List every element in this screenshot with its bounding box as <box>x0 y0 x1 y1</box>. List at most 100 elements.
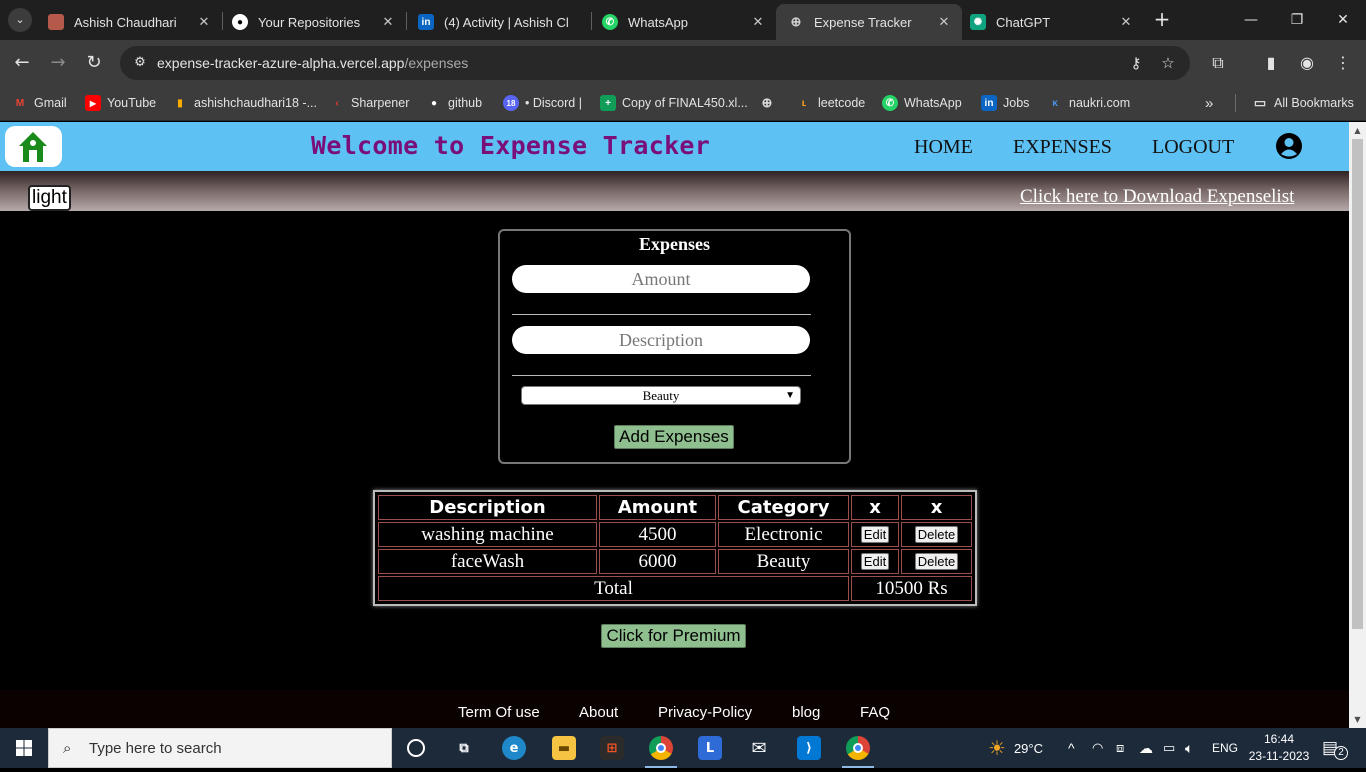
nav-home-link[interactable]: HOME <box>914 136 973 159</box>
chrome-profile-button[interactable] <box>834 728 882 768</box>
taskbar-search-box[interactable]: ⌕ Type here to search <box>48 728 392 768</box>
download-expenselist-link[interactable]: Click here to Download Expenselist <box>1020 186 1294 208</box>
store-button[interactable]: ⊞ <box>588 728 636 768</box>
add-expenses-button[interactable]: Add Expenses <box>614 425 734 449</box>
header-edit: x <box>851 495 899 520</box>
tab-title: Expense Tracker <box>814 14 912 30</box>
back-button[interactable]: ← <box>8 49 36 77</box>
footer-privacy-link[interactable]: Privacy-Policy <box>658 704 752 721</box>
category-select[interactable]: Beauty ▼ <box>521 386 801 405</box>
window-close-button[interactable]: ✕ <box>1320 0 1366 40</box>
delete-button[interactable]: Delete <box>914 526 959 543</box>
vscode-button[interactable]: ⟩ <box>785 728 833 768</box>
premium-button[interactable]: Click for Premium <box>601 624 746 648</box>
bookmark-youtube[interactable]: ▶ YouTube <box>85 92 156 114</box>
scroll-down-arrow-icon[interactable]: ▼ <box>1349 711 1366 728</box>
footer-faq-link[interactable]: FAQ <box>860 704 890 721</box>
task-view-button[interactable]: ⧉ <box>440 728 488 768</box>
site-info-icon[interactable]: ⚙ <box>130 53 150 73</box>
sheets-icon: + <box>600 95 616 111</box>
bookmark-gmail[interactable]: M Gmail <box>12 92 67 114</box>
bookmark-naukri[interactable]: ᴋ naukri.com <box>1047 92 1130 114</box>
footer-terms-link[interactable]: Term Of use <box>458 704 540 721</box>
cortana-button[interactable] <box>392 728 440 768</box>
close-icon[interactable]: ✕ <box>932 14 956 30</box>
bookmark-discord[interactable]: 18 • Discord | <box>503 92 582 114</box>
row-delete-cell: Delete <box>901 549 972 574</box>
menu-kebab-icon[interactable]: ⋮ <box>1330 50 1356 76</box>
battery-icon[interactable]: ▭ <box>1163 728 1175 768</box>
bookmark-sharpener[interactable]: ‹ Sharpener <box>329 92 409 114</box>
tab-linkedin-activity[interactable]: in (4) Activity | Ashish Cl <box>406 4 592 40</box>
notification-center-button[interactable]: ▤ 2 <box>1322 728 1349 768</box>
volume-icon[interactable]: 🔈︎ <box>1185 728 1193 768</box>
bookmark-sheets[interactable]: + Copy of FINAL450.xl... <box>600 92 748 114</box>
bookmark-globe[interactable]: ⊕ <box>759 92 781 114</box>
naukri-icon: ᴋ <box>1052 97 1058 109</box>
nav-logout-link[interactable]: LOGOUT <box>1152 136 1234 159</box>
user-profile-icon[interactable] <box>1275 132 1303 160</box>
close-icon[interactable]: ✕ <box>1114 14 1138 30</box>
bookmark-analytics[interactable]: ▮ ashishchaudhari18 -... <box>172 92 317 114</box>
bookmark-label: Sharpener <box>351 96 410 110</box>
network-icon[interactable]: ◠ <box>1092 728 1103 768</box>
meet-icon[interactable]: ⧈ <box>1116 728 1124 768</box>
language-indicator[interactable]: ENG <box>1212 728 1238 768</box>
reload-button[interactable]: ↻ <box>80 49 108 77</box>
scroll-up-arrow-icon[interactable]: ▲ <box>1349 122 1366 139</box>
close-icon[interactable]: ✕ <box>192 14 216 30</box>
bookmark-whatsapp[interactable]: ✆ WhatsApp <box>882 92 962 114</box>
linear-app-button[interactable]: L <box>686 728 734 768</box>
bookmark-jobs[interactable]: in Jobs <box>981 92 1029 114</box>
onedrive-icon[interactable]: ☁ <box>1139 728 1153 768</box>
start-button[interactable] <box>0 728 48 768</box>
tab-chatgpt[interactable]: ✺ ChatGPT ✕ <box>958 4 1144 40</box>
edit-button[interactable]: Edit <box>860 526 890 543</box>
scroll-thumb[interactable] <box>1352 139 1363 629</box>
url-text[interactable]: expense-tracker-azure-alpha.vercel.app/e… <box>157 55 468 71</box>
theme-toggle-button[interactable]: light <box>28 185 71 211</box>
tab-strip: ⌄ Ashish Chaudhari ✕ ● Your Repositories… <box>0 0 1366 40</box>
footer-about-link[interactable]: About <box>579 704 618 721</box>
page-scrollbar[interactable]: ▲ ▼ <box>1349 122 1366 728</box>
forward-button[interactable]: → <box>44 49 72 77</box>
weather-widget[interactable]: ☀ 29°C <box>988 728 1043 768</box>
footer-blog-link[interactable]: blog <box>792 704 820 721</box>
all-bookmarks-button[interactable]: ▭ All Bookmarks <box>1252 92 1354 114</box>
show-hidden-icons-button[interactable]: ^ <box>1068 728 1075 768</box>
windows-logo-icon <box>16 740 32 756</box>
tab-your-repositories[interactable]: ● Your Repositories ✕ <box>220 4 406 40</box>
close-icon[interactable]: ✕ <box>746 14 770 30</box>
bookmarks-overflow-button[interactable]: » <box>1205 92 1213 114</box>
description-input[interactable]: Description <box>512 326 810 354</box>
edit-button[interactable]: Edit <box>860 553 890 570</box>
tab-whatsapp[interactable]: ✆ WhatsApp ✕ <box>590 4 776 40</box>
tab-ashish-chaudhari[interactable]: Ashish Chaudhari ✕ <box>36 4 222 40</box>
file-explorer-button[interactable]: ▬ <box>540 728 588 768</box>
bookmark-star-icon[interactable]: ☆ <box>1158 53 1178 73</box>
restore-button[interactable]: ❐ <box>1274 0 1320 40</box>
header-amount: Amount <box>599 495 716 520</box>
site-logo[interactable] <box>5 126 62 167</box>
chrome-button[interactable] <box>637 728 685 768</box>
close-icon[interactable]: ✕ <box>376 14 400 30</box>
mail-button[interactable]: ✉ <box>735 728 783 768</box>
new-tab-button[interactable]: + <box>1150 8 1174 32</box>
minimize-button[interactable]: — <box>1228 0 1274 40</box>
nav-expenses-link[interactable]: EXPENSES <box>1013 136 1112 159</box>
browser-toolbar: ← → ↻ ⚙ expense-tracker-azure-alpha.verc… <box>0 40 1366 86</box>
tab-expense-tracker[interactable]: ⊕ Expense Tracker ✕ <box>776 4 962 40</box>
extensions-icon[interactable]: ⧉ <box>1205 50 1231 76</box>
amount-input[interactable]: Amount <box>512 265 810 293</box>
bookmark-leetcode[interactable]: ʟ leetcode <box>796 92 866 114</box>
bookmark-github[interactable]: ● github <box>426 92 482 114</box>
system-clock[interactable]: 16:44 23-11-2023 <box>1248 731 1310 765</box>
password-key-icon[interactable]: ⚷ <box>1126 53 1146 73</box>
tab-search-button[interactable]: ⌄ <box>8 8 32 32</box>
expense-table: Description Amount Category x x washing … <box>373 490 977 606</box>
edge-button[interactable]: e <box>490 728 538 768</box>
profile-avatar-icon[interactable]: ◉ <box>1294 50 1320 76</box>
side-panel-icon[interactable]: ▮ <box>1258 50 1284 76</box>
delete-button[interactable]: Delete <box>914 553 959 570</box>
address-bar[interactable]: ⚙ expense-tracker-azure-alpha.vercel.app… <box>120 46 1190 80</box>
